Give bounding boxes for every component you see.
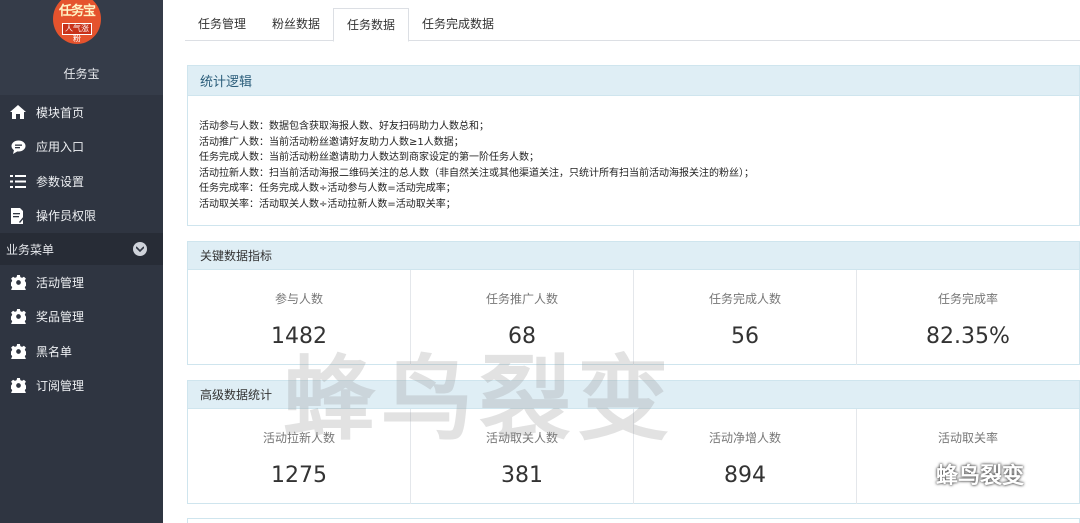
logic-line: 活动取关率：活动取关人数÷活动拉新人数=活动取关率； [199,198,456,210]
avatar[interactable]: 任务宝 人气涨粉 [53,0,101,44]
logo-text-top: 任务宝 [58,4,96,19]
stat-card: 活动取关人数 381 [411,409,634,504]
sidebar-item-home[interactable]: 模块首页 [0,95,163,130]
logic-line: 任务完成率：任务完成人数÷活动参与人数=活动完成率； [199,183,456,194]
tab-task-completion-data[interactable]: 任务完成数据 [409,8,507,41]
sidebar-item-blacklist[interactable]: 黑名单 [0,334,163,369]
tab-task-data[interactable]: 任务数据 [333,8,410,42]
panel-title: 高级数据统计 [188,381,1079,409]
stat-card: 任务完成率 82.35% [857,270,1079,365]
sidebar-item-label: 活动管理 [36,275,85,290]
main-content: 任务管理 粉丝数据 任务数据 任务完成数据 统计逻辑 活动参与人数：数据包含获取… [163,0,1080,523]
gear-icon [0,274,36,290]
wechat-icon [888,455,928,493]
sidebar-item-prize-management[interactable]: 奖品管理 [0,300,163,335]
stat-value: 82.35% [926,324,1010,349]
stat-label: 活动拉新人数 [262,431,335,445]
sidebar-item-label: 操作员权限 [36,209,97,224]
logo-text-bottom: 人气涨粉 [62,23,92,43]
next-panel-edge [187,518,1080,523]
stat-card: 任务完成人数 56 [634,270,857,365]
profile-name: 任务宝 [63,67,100,81]
logic-line: 活动推广人数：当前活动粉丝邀请好友助力人数≥1人数据； [199,136,464,148]
sidebar-item-params[interactable]: 参数设置 [0,164,163,199]
stat-value: 56 [731,324,759,349]
tab-fan-data[interactable]: 粉丝数据 [259,8,333,41]
stat-card: 参与人数 1482 [188,270,411,365]
stat-card: 活动净增人数 894 [634,409,857,504]
logic-line: 活动参与人数：数据包含获取海报人数、好友扫码助力人数总和； [199,121,489,132]
stat-label: 任务完成人数 [708,292,781,306]
panel-title: 统计逻辑 [188,66,1079,96]
chat-icon [0,140,36,154]
sidebar-item-app-entry[interactable]: 应用入口 [0,130,163,165]
stats-row: 参与人数 1482 任务推广人数 68 任务完成人数 56 任务完成率 82.3… [188,270,1079,365]
chevron-down-icon[interactable] [133,242,147,256]
corner-watermark: 蜂鸟裂变 [888,455,1024,493]
stat-label: 活动取关人数 [485,431,558,445]
home-icon [0,105,36,120]
tab-task-management[interactable]: 任务管理 [185,8,259,41]
sidebar-menu: 模块首页 应用入口 参数设置 操作员权限 业务菜单 活动管理 奖品管理 黑名单 … [0,95,163,403]
sidebar: 任务宝 人气涨粉 任务宝 模块首页 应用入口 参数设置 操作员权限 业务菜单 活… [0,0,163,523]
stat-label: 参与人数 [274,292,323,306]
sidebar-item-label: 奖品管理 [36,310,85,325]
sidebar-item-operator-permissions[interactable]: 操作员权限 [0,199,163,234]
tab-bar: 任务管理 粉丝数据 任务数据 任务完成数据 [185,8,1080,42]
logic-text: 活动参与人数：数据包含获取海报人数、好友扫码助力人数总和； 活动推广人数：当前活… [188,96,1079,212]
stat-value: 1482 [271,324,327,349]
section-label: 业务菜单 [6,242,55,257]
list-icon [0,174,36,188]
stat-logic-panel: 统计逻辑 活动参与人数：数据包含获取海报人数、好友扫码助力人数总和； 活动推广人… [187,65,1080,226]
stat-value: 381 [501,463,543,488]
stat-label: 任务完成率 [937,292,998,306]
sidebar-item-activity-management[interactable]: 活动管理 [0,265,163,300]
stat-card: 任务推广人数 68 [411,270,634,365]
sidebar-item-label: 应用入口 [36,140,85,155]
gear-icon [0,309,36,325]
stat-label: 活动取关率 [937,431,998,445]
business-menu-section[interactable]: 业务菜单 [0,233,163,265]
sidebar-item-label: 订阅管理 [36,379,85,394]
key-stats-panel: 关键数据指标 参与人数 1482 任务推广人数 68 任务完成人数 56 任务完… [187,241,1080,365]
stat-value: 1275 [271,463,327,488]
stat-card: 活动拉新人数 1275 [188,409,411,504]
logic-line: 活动拉新人数：扫当前活动海报二维码关注的总人数（非自然关注或其他渠道关注，只统计… [199,167,754,179]
panel-title: 关键数据指标 [188,242,1079,270]
stat-label: 任务推广人数 [485,292,558,306]
sidebar-item-label: 参数设置 [36,174,85,189]
stat-value: 68 [508,324,536,349]
sidebar-item-label: 黑名单 [36,344,73,359]
sidebar-item-subscription-management[interactable]: 订阅管理 [0,369,163,404]
logic-line: 任务完成人数：当前活动粉丝邀请助力人数达到商家设定的第一阶任务人数； [199,152,539,163]
stat-value: 894 [724,463,766,488]
stat-label: 活动净增人数 [708,431,781,445]
corner-watermark-text: 蜂鸟裂变 [936,464,1025,489]
document-edit-icon [0,207,36,224]
profile-block: 任务宝 人气涨粉 任务宝 [0,0,163,95]
gear-icon [0,378,36,394]
sidebar-item-label: 模块首页 [36,105,85,120]
gear-icon [0,343,36,359]
